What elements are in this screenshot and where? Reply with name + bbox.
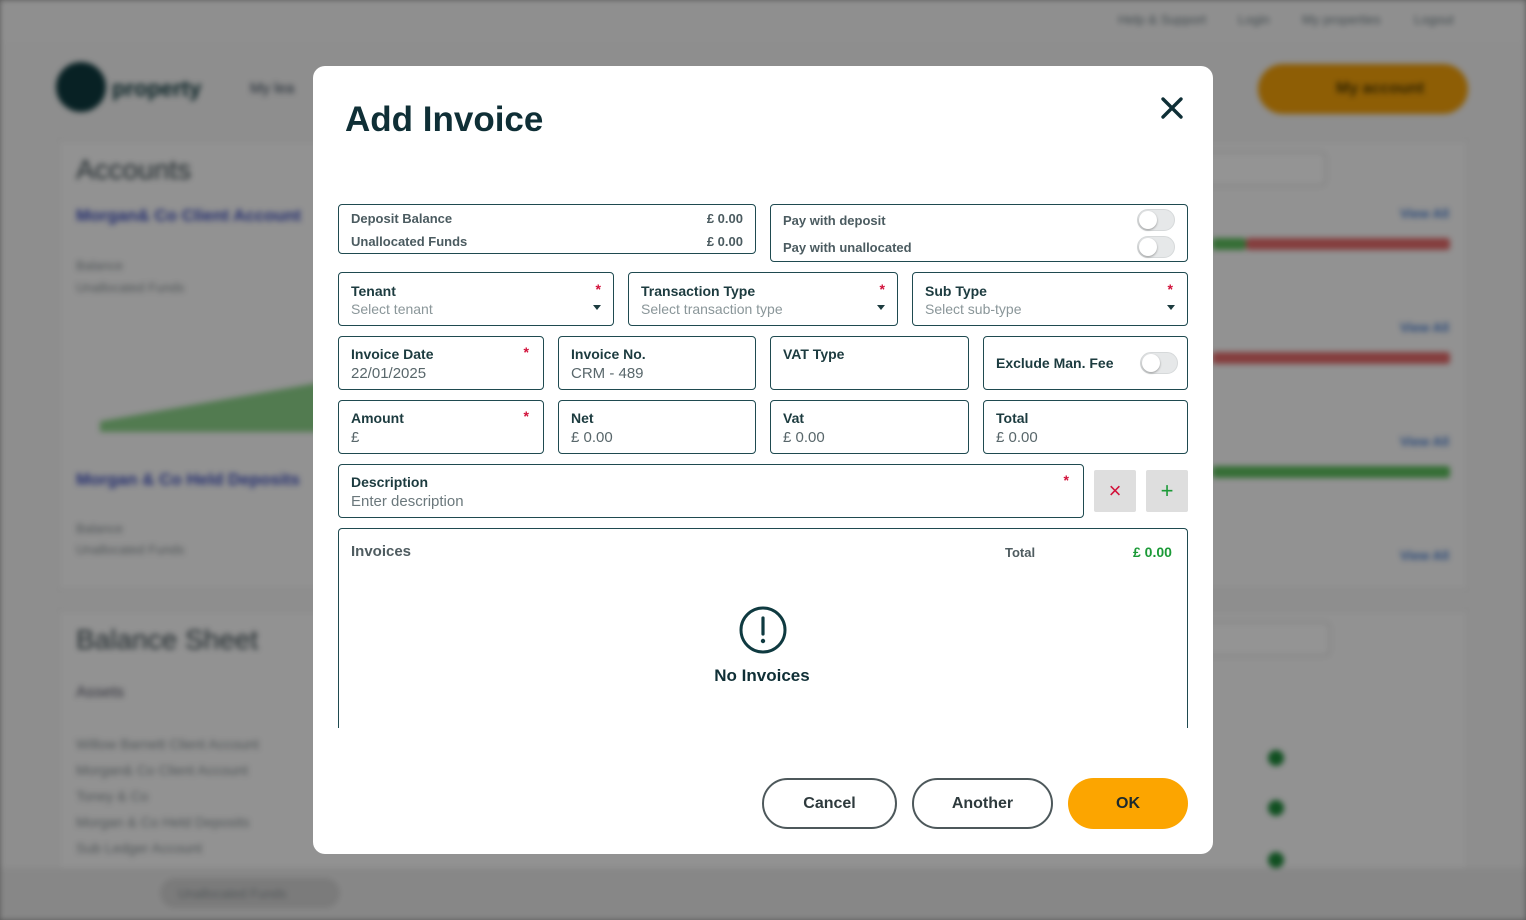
required-marker: * [879, 281, 885, 297]
total-label: Total [996, 410, 1029, 426]
pay-with-unallocated-label: Pay with unallocated [783, 240, 912, 255]
toggle-knob [1139, 211, 1157, 229]
close-button[interactable] [1156, 92, 1188, 124]
net-label: Net [571, 410, 594, 426]
net-value: £ 0.00 [571, 429, 613, 446]
clear-description-button[interactable]: × [1094, 470, 1136, 512]
pay-with-deposit-toggle[interactable] [1137, 209, 1175, 231]
exclude-man-fee-label: Exclude Man. Fee [996, 355, 1114, 371]
no-invoices-text: No Invoices [714, 666, 810, 685]
transaction-type-placeholder: Select transaction type [641, 301, 783, 317]
invoice-date-field[interactable]: Invoice Date * 22/01/2025 [338, 336, 544, 390]
required-marker: * [1063, 472, 1069, 488]
description-placeholder: Enter description [351, 493, 464, 510]
exclamation-circle-icon [739, 606, 787, 654]
required-marker: * [595, 281, 601, 297]
required-marker: * [523, 344, 529, 360]
invoices-total-label: Total [1005, 545, 1036, 560]
add-invoice-line-button[interactable]: + [1146, 470, 1188, 512]
invoices-total-value: £ 0.00 [1133, 544, 1172, 560]
amount-label: Amount [351, 410, 404, 426]
sub-type-select[interactable]: Sub Type * Select sub-type [912, 272, 1188, 326]
plus-icon: + [1160, 478, 1174, 503]
close-icon [1161, 97, 1183, 119]
add-invoice-modal: Add Invoice Deposit Balance £ 0.00 Unall… [313, 66, 1213, 854]
unallocated-funds-label: Unallocated Funds [351, 234, 468, 249]
deposit-balance-value: £ 0.00 [706, 211, 743, 226]
close-icon: × [1108, 478, 1122, 503]
amount-field[interactable]: Amount * £ [338, 400, 544, 454]
unallocated-funds-value: £ 0.00 [706, 234, 743, 249]
transaction-type-select[interactable]: Transaction Type * Select transaction ty… [628, 272, 898, 326]
invoices-panel: Invoices Total £ 0.00 No Invoices [338, 528, 1188, 728]
vat-field[interactable]: Vat £ 0.00 [770, 400, 969, 454]
invoice-date-label: Invoice Date [351, 346, 434, 362]
sub-type-placeholder: Select sub-type [925, 301, 1022, 317]
toggle-knob [1142, 354, 1160, 372]
total-value: £ 0.00 [996, 429, 1038, 446]
exclude-man-fee-toggle[interactable] [1140, 352, 1178, 374]
invoice-no-label: Invoice No. [571, 346, 646, 362]
vat-value: £ 0.00 [783, 429, 825, 446]
exclude-man-fee-box: Exclude Man. Fee [983, 336, 1188, 390]
pay-with-box: Pay with deposit Pay with unallocated [770, 204, 1188, 262]
another-button[interactable]: Another [912, 778, 1053, 829]
tenant-select[interactable]: Tenant * Select tenant [338, 272, 614, 326]
toggle-knob [1139, 238, 1157, 256]
invoices-title: Invoices [351, 543, 412, 560]
chevron-down-icon [877, 305, 885, 310]
vat-label: Vat [783, 410, 805, 426]
amount-value: £ [351, 429, 360, 446]
vat-type-label: VAT Type [783, 346, 845, 362]
total-field[interactable]: Total £ 0.00 [983, 400, 1188, 454]
balance-summary-box: Deposit Balance £ 0.00 Unallocated Funds… [338, 204, 756, 254]
invoice-no-value: CRM - 489 [571, 365, 644, 382]
tenant-label: Tenant [351, 283, 396, 299]
tenant-placeholder: Select tenant [351, 301, 433, 317]
invoice-no-field[interactable]: Invoice No. CRM - 489 [558, 336, 756, 390]
ok-button[interactable]: OK [1068, 778, 1188, 829]
transaction-type-label: Transaction Type [641, 283, 756, 299]
description-field[interactable]: Description * Enter description [338, 464, 1084, 518]
invoice-date-value: 22/01/2025 [351, 365, 427, 382]
deposit-balance-label: Deposit Balance [351, 211, 453, 226]
cancel-button[interactable]: Cancel [762, 778, 897, 829]
pay-with-unallocated-toggle[interactable] [1137, 236, 1175, 258]
sub-type-label: Sub Type [925, 283, 987, 299]
required-marker: * [1167, 281, 1173, 297]
chevron-down-icon [1167, 305, 1175, 310]
pay-with-deposit-label: Pay with deposit [783, 213, 886, 228]
vat-type-select[interactable]: VAT Type [770, 336, 969, 390]
required-marker: * [523, 408, 529, 424]
description-label: Description [351, 474, 429, 490]
chevron-down-icon [593, 305, 601, 310]
net-field[interactable]: Net £ 0.00 [558, 400, 756, 454]
modal-title: Add Invoice [345, 100, 544, 139]
